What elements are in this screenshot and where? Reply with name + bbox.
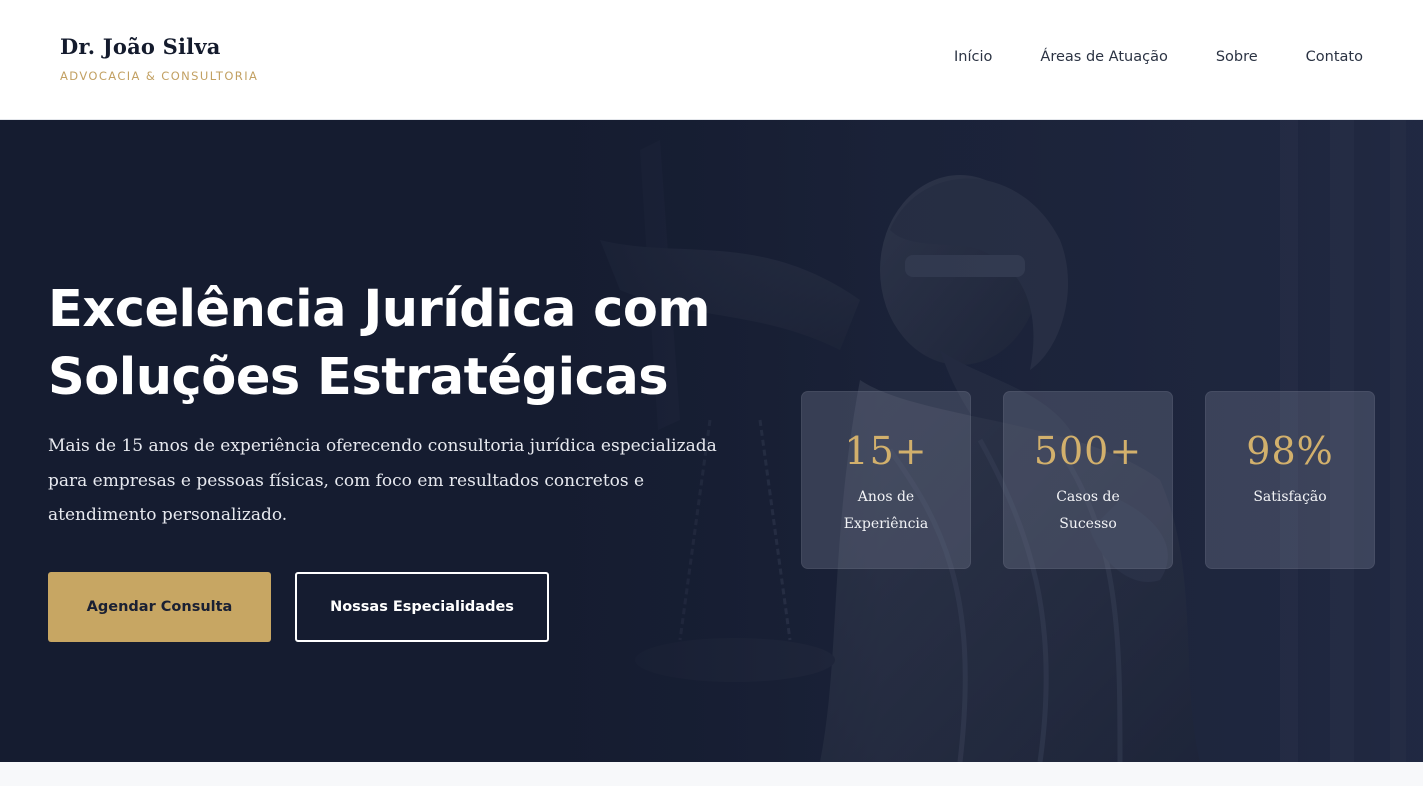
main-nav: Início Áreas de Atuação Sobre Contato — [954, 49, 1363, 65]
next-section-edge — [0, 762, 1423, 786]
specialties-button[interactable]: Nossas Especialidades — [295, 572, 549, 642]
stat-label: Anos de Experiência — [843, 489, 929, 532]
hero-title: Excelência Jurídica com Soluções Estraté… — [48, 276, 768, 412]
stats-panel: 15+ Anos de Experiência 500+ Casos de Su… — [801, 391, 1375, 569]
hero-title-line-2: Soluções Estratégicas — [48, 348, 669, 407]
brand[interactable]: Dr. João Silva ADVOCACIA & CONSULTORIA — [60, 34, 258, 83]
hero-section: Excelência Jurídica com Soluções Estraté… — [0, 120, 1423, 762]
nav-link-inicio[interactable]: Início — [954, 49, 992, 65]
nav-link-areas-de-atuacao[interactable]: Áreas de Atuação — [1040, 49, 1167, 65]
stat-label: Satisfação — [1253, 489, 1327, 505]
stat-value: 500+ — [1033, 429, 1143, 473]
site-header: Dr. João Silva ADVOCACIA & CONSULTORIA I… — [0, 0, 1423, 120]
stat-value: 15+ — [844, 429, 928, 473]
brand-tagline: ADVOCACIA & CONSULTORIA — [60, 69, 259, 83]
hero-description: Mais de 15 anos de experiência oferecend… — [48, 436, 717, 525]
stat-card-experience: 15+ Anos de Experiência — [801, 391, 971, 569]
stat-card-cases: 500+ Casos de Sucesso — [1003, 391, 1173, 569]
hero-title-line-1: Excelência Jurídica com — [48, 280, 711, 339]
nav-link-sobre[interactable]: Sobre — [1216, 49, 1258, 65]
stat-card-satisfaction: 98% Satisfação — [1205, 391, 1375, 569]
nav-link-contato[interactable]: Contato — [1306, 49, 1363, 65]
brand-name[interactable]: Dr. João Silva — [60, 34, 258, 59]
stat-value: 98% — [1246, 429, 1334, 473]
schedule-consultation-button[interactable]: Agendar Consulta — [48, 572, 271, 642]
stat-label: Casos de Sucesso — [1056, 489, 1120, 532]
